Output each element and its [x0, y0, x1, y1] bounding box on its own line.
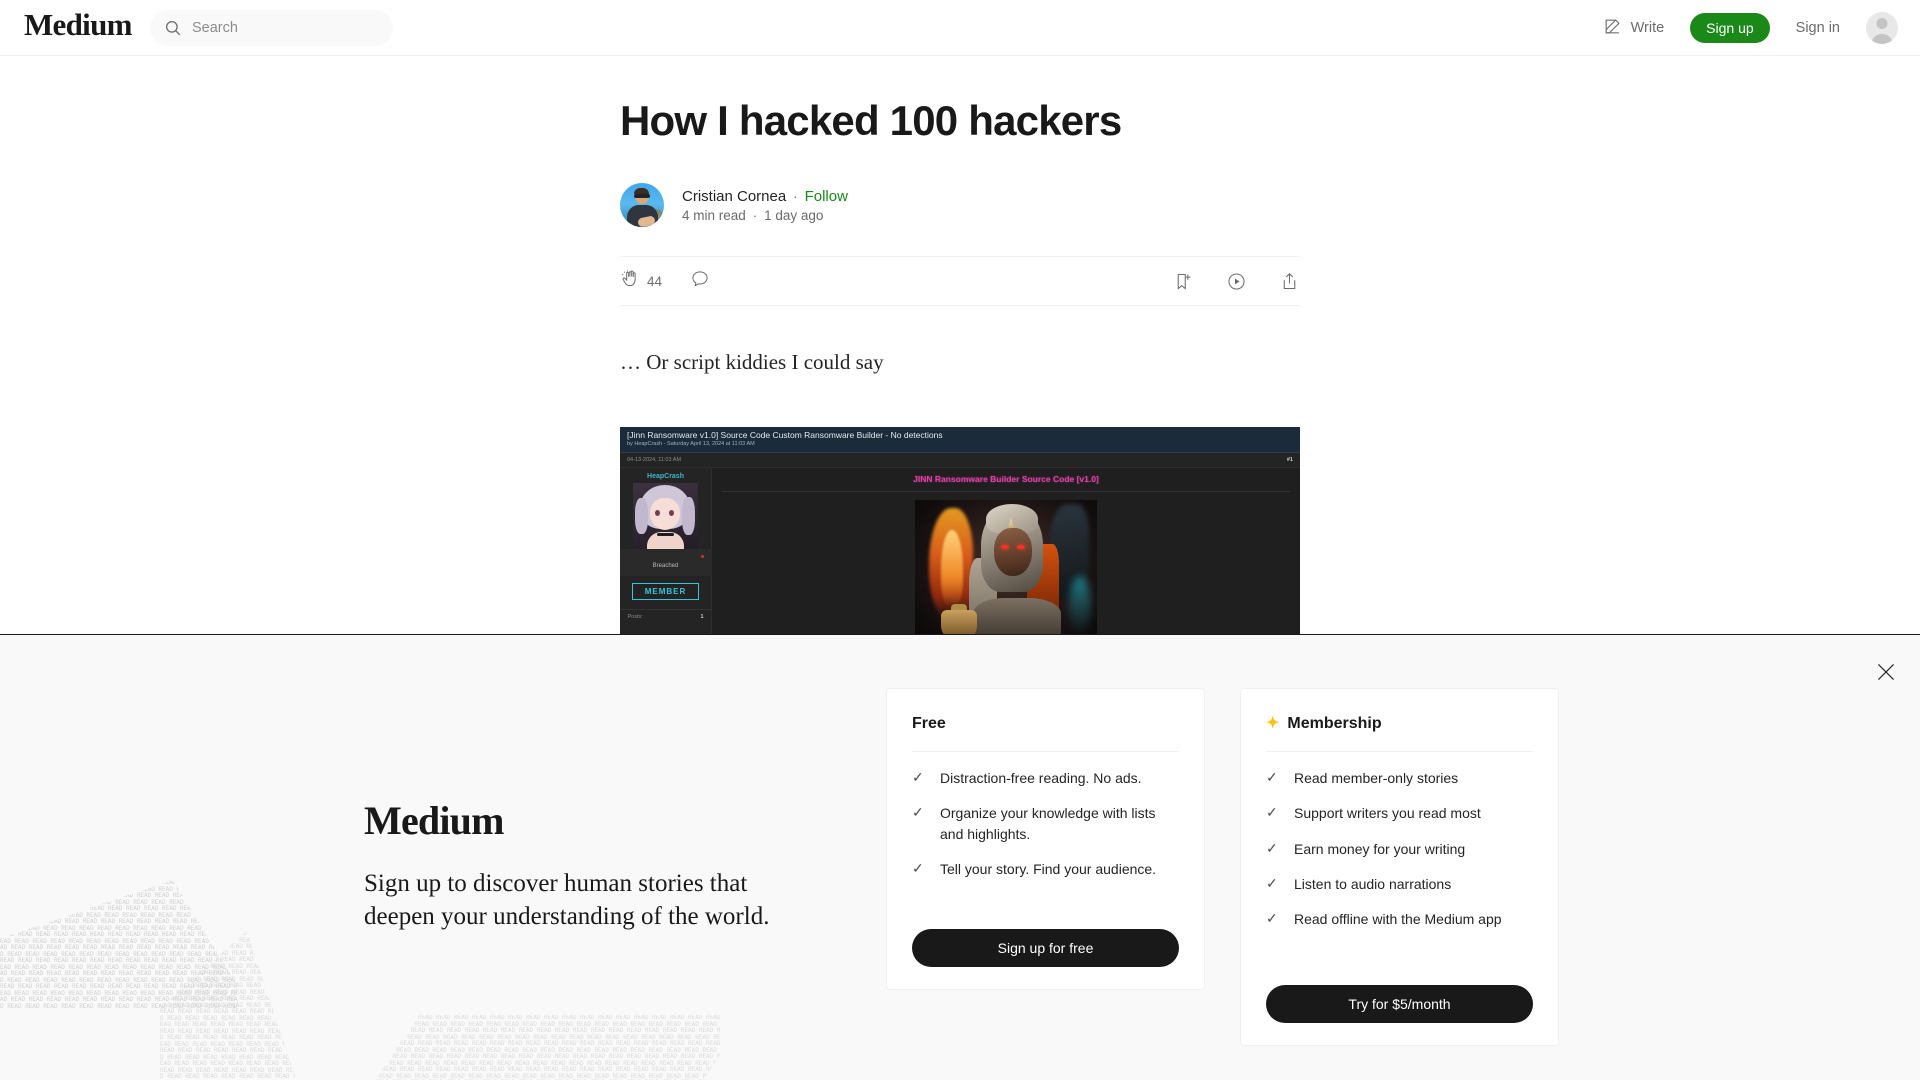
article-action-bar: 44 [620, 256, 1300, 307]
feature-item: ✓ Listen to audio narrations [1266, 874, 1533, 894]
forum-post-number: #1 [1286, 456, 1293, 463]
feature-label: Support writers you read most [1294, 805, 1481, 822]
check-icon: ✓ [1266, 804, 1278, 821]
follow-button[interactable]: Follow [805, 188, 848, 205]
star-icon: ✦ [1266, 715, 1280, 732]
feature-item: ✓ Support writers you read most [1266, 803, 1533, 823]
clap-icon [620, 269, 640, 294]
feature-label: Read offline with the Medium app [1294, 911, 1502, 928]
feature-item: ✓ Earn money for your writing [1266, 839, 1533, 859]
modal-intro: Medium Sign up to discover human stories… [364, 801, 784, 933]
separator-dot: · [752, 207, 758, 223]
comment-button[interactable] [690, 269, 710, 294]
check-icon: ✓ [912, 769, 924, 785]
medium-article-page: Medium Write Sign up Sign in [0, 0, 1920, 1080]
check-icon: ✓ [1266, 910, 1278, 927]
search-input[interactable] [192, 20, 377, 36]
close-icon[interactable] [1872, 659, 1900, 687]
plan-card-membership: ✦ Membership ✓ Read member-only stories … [1240, 688, 1559, 1046]
feature-item: ✓ Distraction-free reading. No ads. [912, 768, 1179, 788]
check-icon: ✓ [912, 804, 924, 821]
separator-dot: · [793, 188, 798, 204]
search-box[interactable] [150, 10, 393, 46]
signin-button[interactable]: Sign in [1796, 20, 1840, 36]
write-label: Write [1630, 20, 1665, 36]
byline: Cristian Cornea · Follow 4 min read · 1 … [620, 183, 1300, 228]
published-date: 1 day ago [764, 207, 824, 223]
feature-label: Tell your story. Find your audience. [940, 860, 1157, 877]
feature-item: ✓ Tell your story. Find your audience. [912, 859, 1179, 879]
feature-label: Read member-only stories [1294, 770, 1459, 786]
site-header: Medium Write Sign up Sign in [0, 0, 1920, 56]
check-icon: ✓ [1266, 769, 1278, 785]
check-icon: ✓ [1266, 839, 1278, 856]
divider [912, 751, 1179, 752]
feature-item: ✓ Read offline with the Medium app [1266, 909, 1533, 929]
plan-title-free: Free [912, 715, 946, 732]
forum-post-count: Posts: 1 [620, 608, 712, 620]
plan-cards: Free ✓ Distraction-free reading. No ads.… [886, 688, 1559, 1046]
forum-user-panel: HeapCrash Breached MEMBER Posts: 1 [620, 467, 712, 647]
search-icon [164, 19, 182, 37]
author-name[interactable]: Cristian Cornea [682, 188, 786, 205]
pattern-shape: READ READ READ READ READ READ READ READ … [160, 930, 297, 1080]
try-membership-button[interactable]: Try for $5/month [1266, 985, 1533, 1023]
author-avatar[interactable] [620, 183, 664, 228]
header-actions: Write Sign up Sign in [1603, 0, 1898, 56]
signup-free-button[interactable]: Sign up for free [912, 929, 1179, 967]
pattern-shape: READ READ READ READ READ READ READ READ … [0, 879, 242, 1010]
forum-site-label: Breached [620, 548, 712, 576]
user-avatar-icon[interactable] [1866, 12, 1898, 44]
posts-label: Posts: [627, 613, 643, 620]
forum-post-meta: 04-13-2024, 11:03 AM #1 [620, 452, 1300, 468]
member-badge: MEMBER [631, 582, 700, 600]
posts-count: 1 [700, 613, 704, 620]
share-icon[interactable] [1279, 271, 1300, 292]
pattern-shape: READ READ READ READ READ READ READ READ … [346, 1014, 720, 1080]
feature-label: Distraction-free reading. No ads. [940, 770, 1142, 786]
medium-logo[interactable]: Medium [24, 9, 132, 40]
check-icon: ✓ [1266, 874, 1278, 891]
modal-tagline: Sign up to discover human stories that d… [364, 870, 770, 930]
forum-thread-title: [Jinn Ransomware v1.0] Source Code Custo… [627, 429, 943, 440]
clap-button[interactable]: 44 [620, 269, 662, 294]
signup-modal: READ READ READ READ READ READ READ READ … [0, 634, 1920, 1080]
clap-count: 44 [647, 273, 663, 289]
forum-post-headline: JINN Ransomware Builder Source Code [v1.… [913, 473, 1099, 484]
feature-item: ✓ Read member-only stories [1266, 768, 1533, 788]
forum-post-body: JINN Ransomware Builder Source Code [v1.… [712, 467, 1300, 647]
page-title: How I hacked 100 hackers [620, 97, 1122, 144]
forum-post-date: 04-13-2024, 11:03 AM [627, 456, 682, 463]
status-dot [700, 554, 704, 558]
write-button[interactable]: Write [1603, 17, 1665, 40]
feature-list-membership: ✓ Read member-only stories ✓ Support wri… [1266, 768, 1533, 929]
forum-username: HeapCrash [647, 472, 684, 480]
feature-list-free: ✓ Distraction-free reading. No ads. ✓ Or… [912, 768, 1179, 879]
plan-card-free: Free ✓ Distraction-free reading. No ads.… [886, 688, 1205, 990]
forum-thread-header: [Jinn Ransomware v1.0] Source Code Custo… [620, 426, 1300, 453]
modal-medium-logo: Medium [364, 798, 504, 843]
embedded-forum-screenshot: [Jinn Ransomware v1.0] Source Code Custo… [620, 426, 1300, 647]
article-subtitle: … Or script kiddies I could say [620, 350, 884, 375]
feature-label: Listen to audio narrations [1294, 875, 1452, 892]
play-listen-icon[interactable] [1226, 271, 1247, 292]
signup-button[interactable]: Sign up [1690, 13, 1770, 43]
forum-thread-byline: by HeapCrash - Saturday April 13, 2024 a… [627, 440, 755, 447]
feature-label: Earn money for your writing [1294, 840, 1466, 857]
comment-icon [690, 269, 710, 294]
read-time: 4 min read [682, 207, 746, 223]
article-container: How I hacked 100 hackers Cristian Cornea… [0, 56, 1920, 647]
bookmark-add-icon[interactable] [1173, 271, 1194, 292]
anime-avatar [633, 482, 698, 549]
pencil-write-icon [1603, 17, 1622, 40]
feature-label: Organize your knowledge with lists and h… [940, 805, 1156, 842]
feature-item: ✓ Organize your knowledge with lists and… [912, 803, 1179, 844]
plan-title-membership: ✦ Membership [1266, 715, 1382, 732]
divider [1266, 751, 1533, 752]
jinn-artwork [915, 499, 1097, 642]
check-icon: ✓ [912, 859, 924, 876]
